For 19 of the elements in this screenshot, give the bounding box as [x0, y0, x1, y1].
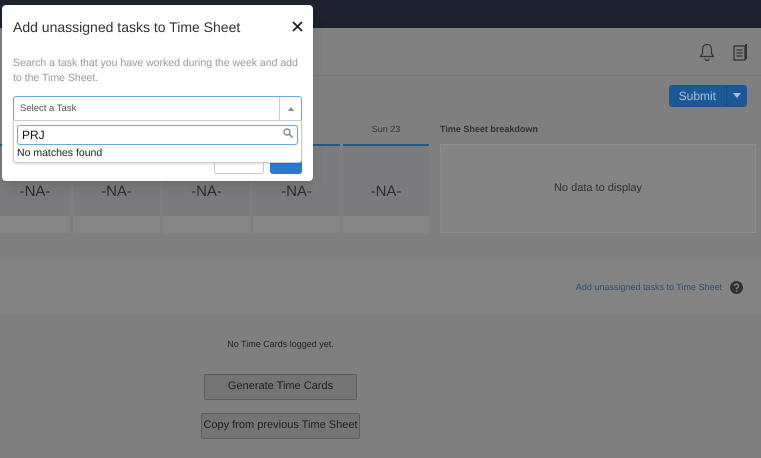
generate-button[interactable]: Generate Time Cards	[204, 374, 357, 400]
hours-value: -NA-	[370, 183, 402, 202]
submit-button[interactable]: Submit	[668, 84, 727, 106]
dialog-description: Search a task that you have worked during the week and add to the Time Sheet.	[13, 56, 299, 86]
empty-message: No Time Cards logged yet.	[227, 338, 334, 351]
hours-value: -NA-	[281, 183, 312, 202]
search-field[interactable]: PRJ	[17, 125, 298, 145]
add-tasks-link[interactable]: Add unassigned tasks to Time Sheet	[576, 280, 722, 294]
copy-button[interactable]: Copy from previous Time Sheet	[201, 412, 360, 438]
submit-split-button[interactable]: Submit	[668, 84, 747, 106]
day-label: Sun 23	[370, 123, 402, 136]
hours-value: -NA-	[101, 183, 132, 202]
hours-value: -NA-	[191, 183, 222, 202]
hours-value: -NA-	[20, 183, 50, 202]
day-card[interactable]: -NA-	[343, 144, 429, 233]
section-title: Time Sheet breakdown	[440, 123, 539, 136]
task-select[interactable]: Select a Task	[13, 96, 302, 121]
dialog-title: Add unassigned tasks to Time Sheet	[13, 18, 240, 37]
empty-message: No data to display	[554, 181, 642, 196]
